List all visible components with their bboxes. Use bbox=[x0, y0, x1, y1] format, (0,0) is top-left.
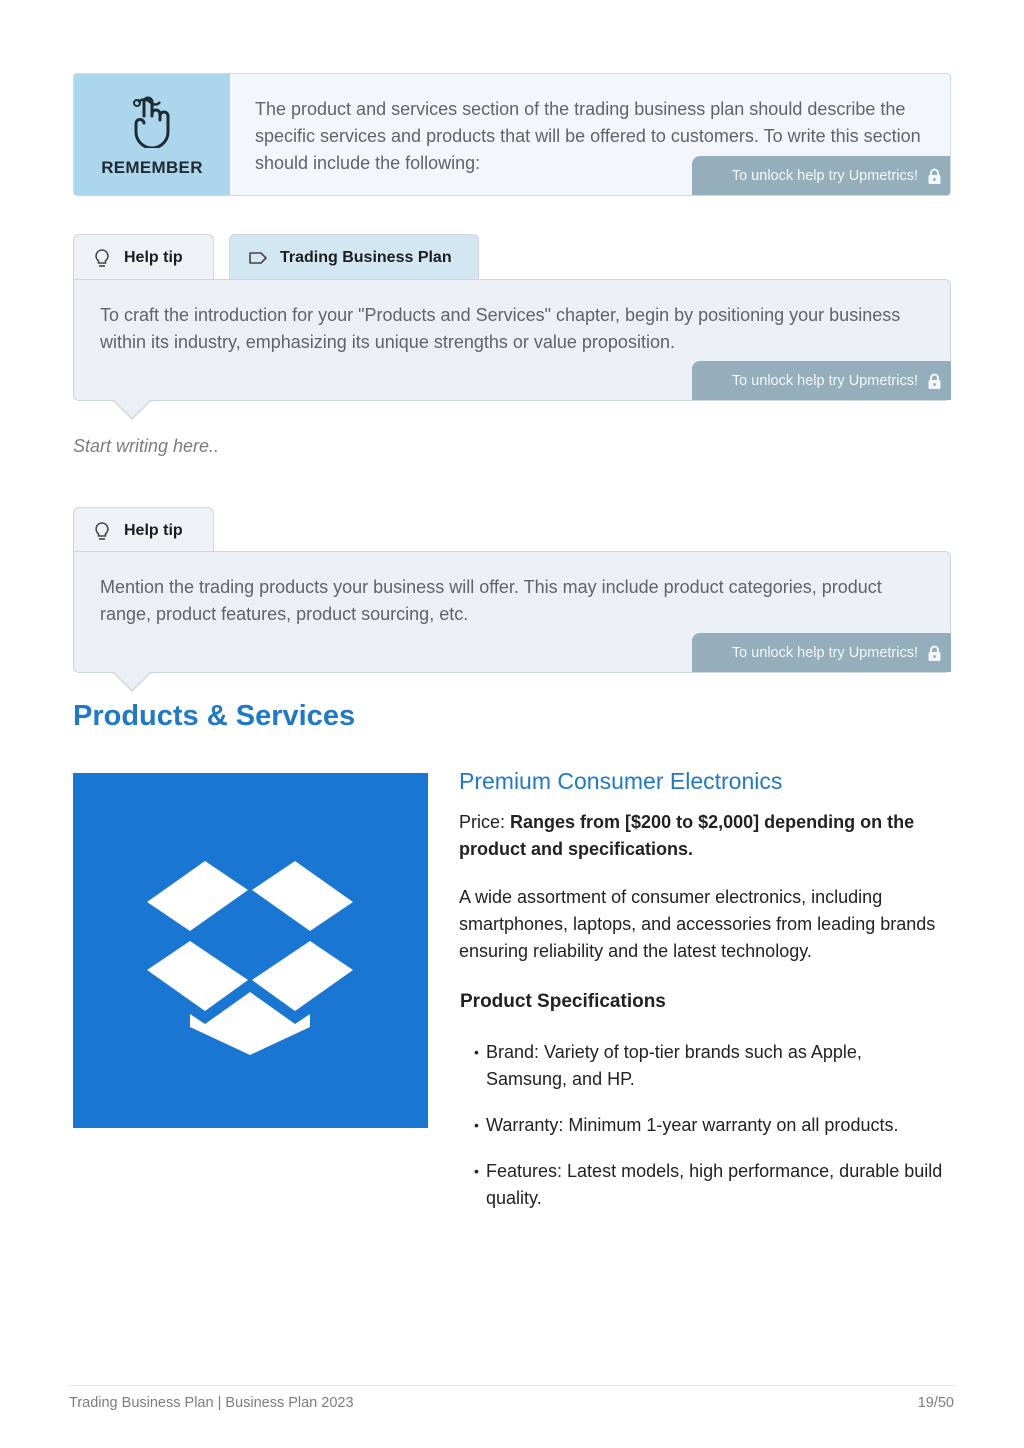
tag-icon bbox=[249, 251, 267, 264]
price-label: Price: bbox=[459, 812, 511, 832]
tab-help-tip[interactable]: Help tip bbox=[73, 234, 214, 280]
unlock-button[interactable]: To unlock help try Upmetrics! bbox=[692, 633, 951, 672]
help-tip-box: To craft the introduction for your "Prod… bbox=[73, 279, 951, 420]
finger-string-icon bbox=[133, 96, 170, 148]
unlock-label: To unlock help try Upmetrics! bbox=[731, 644, 918, 661]
tab-label: Help tip bbox=[124, 521, 183, 539]
price-value: Ranges from [$200 to $2,000] depending o… bbox=[459, 812, 915, 859]
remember-box: REMEMBER The product and services sectio… bbox=[73, 73, 951, 196]
unlock-button[interactable]: To unlock help try Upmetrics! bbox=[692, 156, 950, 195]
remember-panel: REMEMBER bbox=[74, 74, 230, 195]
dropbox-box-icon bbox=[147, 861, 353, 1055]
section-title: Products & Services bbox=[73, 700, 356, 732]
editor-placeholder[interactable]: Start writing here.. bbox=[73, 436, 219, 457]
footer-divider bbox=[69, 1385, 955, 1386]
tab-label: Help tip bbox=[124, 248, 183, 266]
product-title: Premium Consumer Electronics bbox=[459, 768, 783, 794]
product-description: A wide assortment of consumer electronic… bbox=[459, 887, 936, 961]
unlock-label: To unlock help try Upmetrics! bbox=[731, 167, 918, 184]
lock-icon bbox=[928, 373, 941, 389]
tip-pointer bbox=[112, 399, 152, 420]
remember-label: REMEMBER bbox=[101, 158, 203, 177]
help-tip-box: Mention the trading products your busine… bbox=[73, 551, 951, 692]
unlock-button[interactable]: To unlock help try Upmetrics! bbox=[692, 361, 951, 400]
tab-trading-business-plan[interactable]: Trading Business Plan bbox=[229, 234, 479, 280]
product-price: Price: Ranges from [$200 to $2,000] depe… bbox=[459, 809, 939, 863]
footer-title: Trading Business Plan | Business Plan 20… bbox=[69, 1395, 354, 1411]
specs-list: Brand: Variety of top-tier brands such a… bbox=[474, 1039, 944, 1231]
spec-item: Brand: Variety of top-tier brands such a… bbox=[474, 1039, 944, 1093]
lightbulb-icon bbox=[95, 248, 109, 267]
spec-item: Warranty: Minimum 1-year warranty on all… bbox=[474, 1112, 944, 1139]
lock-icon bbox=[928, 645, 941, 661]
specs-title: Product Specifications bbox=[460, 991, 666, 1012]
unlock-label: To unlock help try Upmetrics! bbox=[731, 372, 918, 389]
help-tip-text: Mention the trading products your busine… bbox=[100, 577, 882, 624]
lightbulb-icon bbox=[95, 521, 109, 540]
help-tip-text: To craft the introduction for your "Prod… bbox=[100, 305, 901, 352]
product-image bbox=[73, 773, 428, 1128]
tip-pointer bbox=[112, 671, 152, 692]
tab-help-tip[interactable]: Help tip bbox=[73, 507, 214, 553]
lock-icon bbox=[928, 168, 941, 184]
spec-item: Features: Latest models, high performanc… bbox=[474, 1158, 944, 1212]
page-number: 19/50 bbox=[917, 1395, 954, 1411]
tab-label: Trading Business Plan bbox=[280, 248, 452, 266]
